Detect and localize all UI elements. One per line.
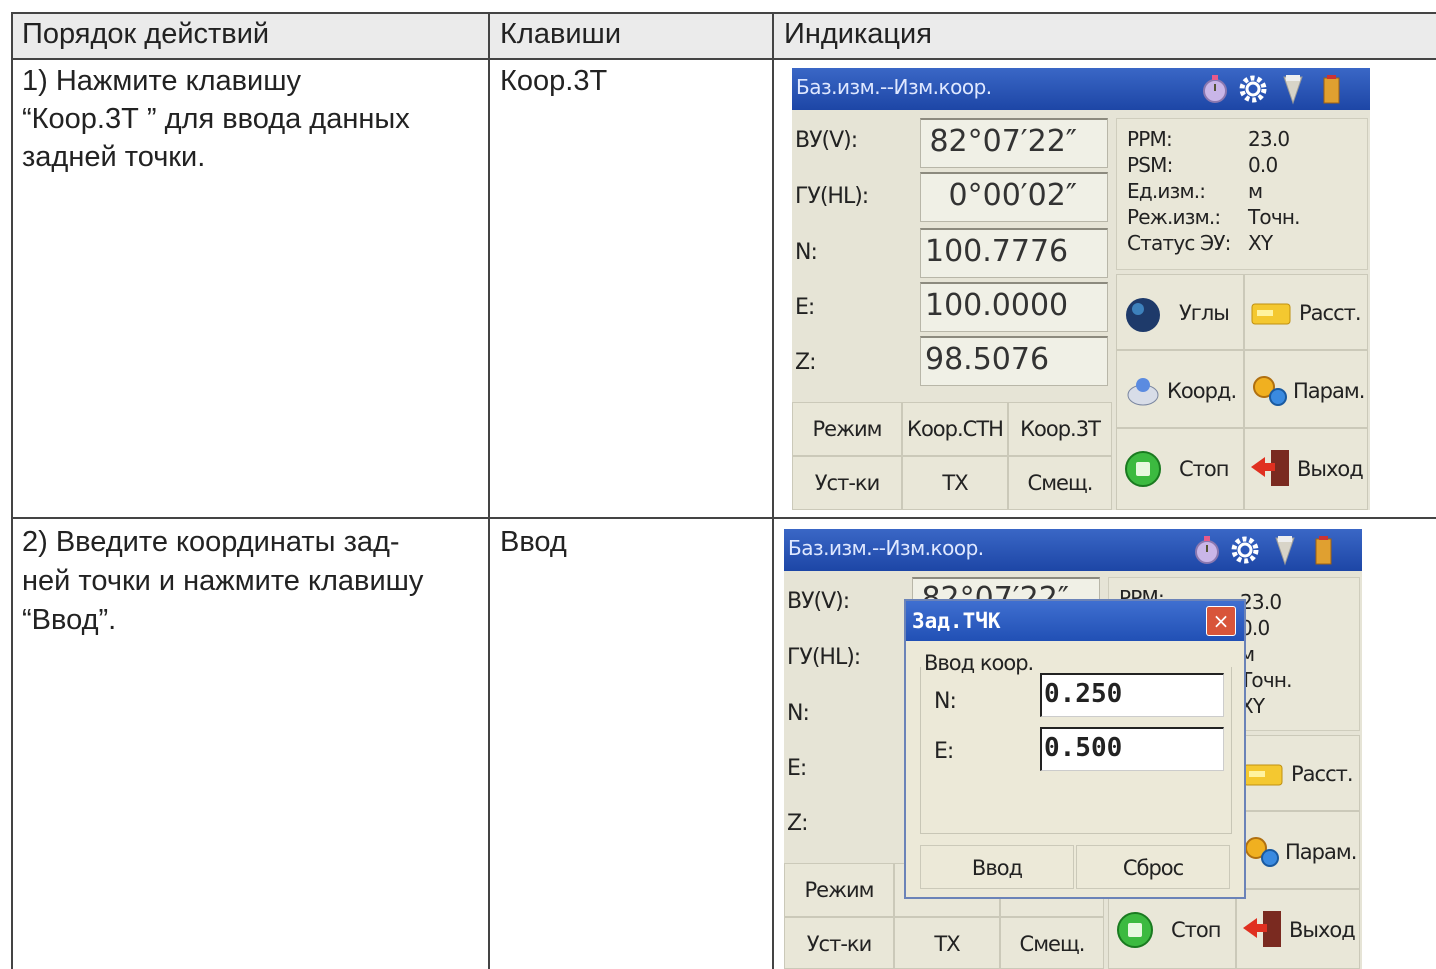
softkey-tx[interactable]: ТХ — [894, 917, 1000, 969]
screen-titlebar: Баз.изм.--Изм.коор. — [792, 68, 1370, 110]
label-e: E: — [787, 756, 807, 781]
battery-icon — [1315, 536, 1332, 565]
gears-icon — [1245, 837, 1279, 867]
softkey-settings[interactable]: Уст-ки — [784, 917, 894, 969]
header-steps: Порядок действий — [22, 18, 270, 50]
settings-gear-icon — [1239, 75, 1267, 103]
battery-icon — [1323, 75, 1340, 104]
header-bottom-border — [12, 58, 1436, 60]
stopwatch-icon — [1203, 75, 1227, 103]
dialog-n-label: N: — [934, 689, 957, 714]
screen-titlebar: Баз.изм.--Изм.коор. — [784, 529, 1362, 571]
table-left-border — [11, 12, 13, 969]
table-top-border — [12, 12, 1436, 14]
softkey-tx[interactable]: ТХ — [902, 456, 1008, 510]
info-units-key: Ед.изм.: — [1127, 179, 1206, 203]
softkey-mode[interactable]: Режим — [784, 863, 894, 917]
button-exit[interactable]: Выход — [1236, 889, 1360, 969]
laser-plummet-icon — [1275, 536, 1295, 566]
label-vertical-angle: ВУ(V): — [787, 589, 850, 614]
screen-title: Баз.изм.--Изм.коор. — [788, 536, 984, 560]
n-coordinate-input[interactable]: 0.250 — [1040, 673, 1224, 717]
label-z: Z: — [787, 811, 809, 836]
header-keys: Клавиши — [500, 18, 622, 50]
column-divider-1 — [488, 12, 490, 969]
info-mode-value: Точн. — [1240, 668, 1293, 692]
stopwatch-icon — [1195, 536, 1219, 564]
value-z: 98.5076 — [920, 336, 1108, 386]
value-e: 100.0000 — [920, 282, 1108, 332]
button-stop[interactable]: Стоп — [1108, 889, 1236, 969]
label-n: N: — [795, 240, 818, 265]
coordinate-icon — [1127, 378, 1159, 406]
dialog-titlebar: Зад.ТЧК × — [906, 601, 1244, 641]
screen-title: Баз.изм.--Изм.коор. — [796, 75, 992, 99]
label-e: E: — [795, 295, 815, 320]
info-mode-value: Точн. — [1248, 205, 1301, 229]
dialog-reset-button[interactable]: Сброс — [1076, 845, 1230, 889]
stop-icon — [1125, 451, 1161, 487]
key-2: Ввод — [500, 526, 567, 558]
info-ppm-value: 23.0 — [1240, 590, 1282, 614]
value-n: 100.7776 — [920, 228, 1108, 278]
info-psm-value: 0.0 — [1248, 153, 1278, 177]
dialog-title: Зад.ТЧК — [912, 609, 1001, 633]
step-2-line-3: “Ввод”. — [22, 604, 117, 636]
settings-gear-icon — [1231, 536, 1259, 564]
info-mode-key: Реж.изм.: — [1127, 205, 1221, 229]
label-horizontal-angle: ГУ(HL): — [795, 184, 869, 209]
info-ppm-value: 23.0 — [1248, 127, 1290, 151]
button-coordinates[interactable]: Коорд. — [1116, 350, 1244, 428]
info-status-value: XY — [1248, 231, 1273, 255]
label-horizontal-angle: ГУ(HL): — [787, 645, 861, 670]
status-info-panel: PPM: 23.0 PSM: 0.0 Ед.изм.: м Реж.изм.: … — [1116, 118, 1368, 270]
button-parameters[interactable]: Парам. — [1236, 811, 1360, 889]
column-divider-2 — [772, 12, 774, 969]
step-1-line-1: 1) Нажмите клавишу — [22, 65, 302, 97]
info-status-key: Статус ЭУ: — [1127, 231, 1231, 255]
dialog-enter-button[interactable]: Ввод — [920, 845, 1074, 889]
tape-measure-icon — [1243, 764, 1283, 786]
laser-plummet-icon — [1283, 75, 1303, 105]
e-coordinate-input[interactable]: 0.500 — [1040, 727, 1224, 771]
button-exit[interactable]: Выход — [1244, 428, 1368, 510]
button-angles[interactable]: Углы — [1116, 274, 1244, 350]
softkey-station-coord[interactable]: Коор.СТН — [902, 402, 1008, 456]
button-distance[interactable]: Расст. — [1244, 274, 1368, 350]
close-icon[interactable]: × — [1206, 606, 1236, 636]
device-screen-1: Баз.изм.--Изм.коор. ВУ(V): ГУ(HL): N: E:… — [792, 68, 1370, 510]
step-2-line-1: 2) Введите координаты зад- — [22, 526, 400, 558]
button-distance[interactable]: Расст. — [1236, 735, 1360, 811]
label-z: Z: — [795, 350, 817, 375]
header-display: Индикация — [784, 18, 932, 50]
label-n: N: — [787, 701, 810, 726]
device-screen-2: Баз.изм.--Изм.коор. ВУ(V): ГУ(HL): N: E:… — [784, 529, 1362, 969]
globe-icon — [1126, 298, 1160, 332]
softkey-offset[interactable]: Смещ. — [1000, 917, 1104, 969]
dialog-e-label: E: — [934, 739, 954, 764]
step-2-line-2: ней точки и нажмите клавишу — [22, 565, 424, 597]
softkey-backsight-coord[interactable]: Коор.3Т — [1008, 402, 1112, 456]
button-stop[interactable]: Стоп — [1116, 428, 1244, 510]
step-1-line-3: задней точки. — [22, 141, 206, 173]
tape-measure-icon — [1251, 303, 1291, 325]
button-parameters[interactable]: Парам. — [1244, 350, 1368, 428]
row-divider — [12, 517, 1436, 519]
gears-icon — [1253, 376, 1287, 406]
exit-door-icon — [1243, 911, 1281, 947]
step-1-line-2: “Коор.3Т ” для ввода данных — [22, 103, 410, 135]
label-vertical-angle: ВУ(V): — [795, 128, 858, 153]
info-units-value: м — [1248, 179, 1263, 203]
info-psm-key: PSM: — [1127, 153, 1173, 177]
info-ppm-key: PPM: — [1127, 127, 1173, 151]
value-vertical-angle: 82°07′22″ — [920, 118, 1108, 168]
exit-door-icon — [1251, 450, 1289, 486]
key-1: Коор.3Т — [500, 65, 608, 97]
softkey-mode[interactable]: Режим — [792, 402, 902, 456]
softkey-offset[interactable]: Смещ. — [1008, 456, 1112, 510]
softkey-settings[interactable]: Уст-ки — [792, 456, 902, 510]
value-horizontal-angle: 0°00′02″ — [920, 172, 1108, 222]
backsight-dialog: Зад.ТЧК × Ввод коор. N: 0.250 E: 0.500 В… — [904, 599, 1246, 899]
stop-icon — [1117, 912, 1153, 948]
